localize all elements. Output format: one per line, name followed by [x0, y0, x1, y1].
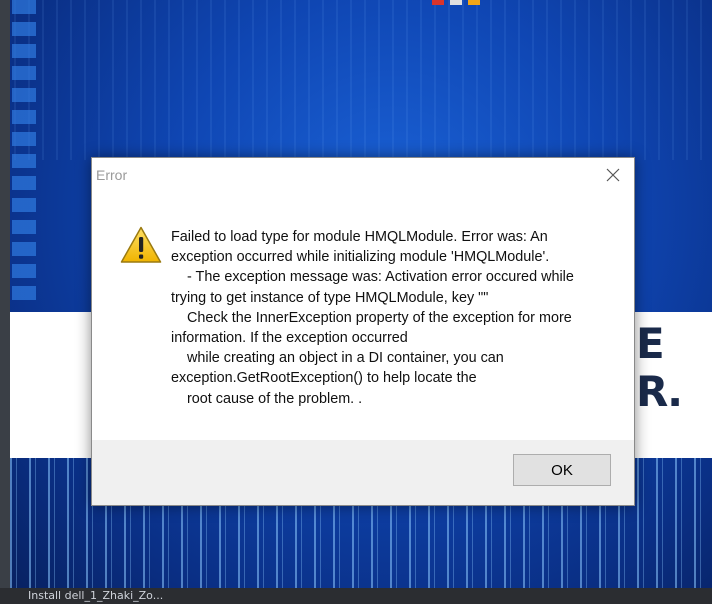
- close-button[interactable]: [592, 158, 634, 192]
- error-dialog: Error Failed to load type for module HMQ…: [91, 157, 635, 506]
- background-letters: E R.: [636, 319, 683, 416]
- background-left-edge: [0, 0, 10, 604]
- taskbar-text: Install dell_1_Zhaki_Zo...: [28, 589, 164, 602]
- warning-triangle-icon: [120, 226, 162, 263]
- background-top-marks: [432, 0, 488, 5]
- background-left-bars: [12, 0, 36, 300]
- dialog-titlebar[interactable]: Error: [92, 158, 634, 192]
- close-icon: [606, 168, 620, 182]
- dialog-title: Error: [96, 167, 128, 183]
- dialog-footer: OK: [92, 440, 634, 505]
- background-stripes-top: [0, 0, 712, 160]
- error-message: Failed to load type for module HMQLModul…: [171, 229, 574, 407]
- dialog-content: Failed to load type for module HMQLModul…: [92, 192, 634, 440]
- ok-button[interactable]: OK: [513, 454, 611, 486]
